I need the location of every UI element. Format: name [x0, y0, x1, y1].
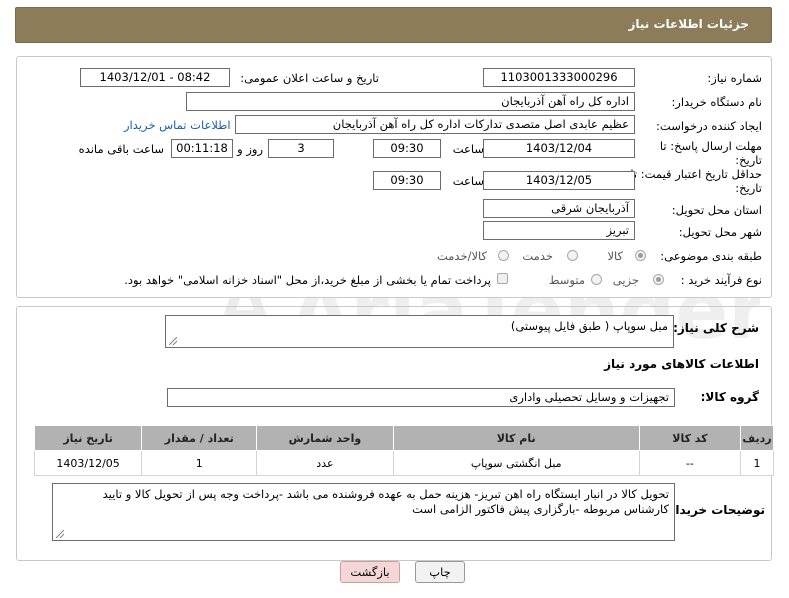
goods-info-title: اطلاعات کالاهای مورد نیاز [604, 357, 759, 371]
need-number-field: 1103001333000296 [483, 68, 635, 87]
city-label: شهر محل تحویل: [678, 225, 762, 239]
remaining-time-label: ساعت باقی مانده [78, 142, 164, 156]
requester-label: ایجاد کننده درخواست: [656, 119, 762, 133]
category-goods-service-radio[interactable] [498, 250, 509, 261]
description-label: شرح کلی نیاز: [673, 321, 759, 335]
process-medium-label: متوسط [548, 273, 585, 287]
col-quantity: تعداد / مقدار [141, 425, 258, 451]
province-field: آذربایجان شرقی [483, 199, 635, 218]
buyer-contact-link[interactable]: اطلاعات تماس خریدار [124, 118, 231, 132]
col-goods-name: نام کالا [392, 425, 640, 451]
goods-group-field: تجهیزات و وسایل تحصیلی واداری [167, 388, 675, 407]
category-goods-radio[interactable] [635, 250, 646, 261]
category-goods-label: کالا [607, 249, 623, 263]
price-validity-date-field: 1403/12/05 [483, 171, 635, 190]
process-type-label: نوع فرآیند خرید : [680, 273, 762, 287]
cell-quantity: 1 [141, 450, 258, 476]
announce-datetime-field: 1403/12/01 - 08:42 [80, 68, 230, 87]
cell-need-date: 1403/12/05 [33, 450, 143, 476]
process-medium-radio[interactable] [591, 274, 602, 285]
table-header-row: ردیف کد کالا نام کالا واحد شمارش تعداد /… [33, 425, 775, 451]
reply-deadline-label: مهلت ارسال پاسخ: تا [659, 139, 762, 153]
treasury-payment-note: پرداخت تمام یا بخشی از مبلغ خرید،از محل … [124, 273, 491, 287]
cell-row-number: 1 [739, 450, 775, 476]
buyer-notes-label: توضیحات خریدار: [663, 503, 765, 517]
col-row-number: ردیف [739, 425, 775, 451]
category-goods-service-label: کالا/خدمت [436, 249, 487, 263]
col-unit: واحد شمارش [256, 425, 394, 451]
cell-goods-code: -- [638, 450, 741, 476]
need-number-label: شماره نیاز: [707, 71, 762, 85]
description-textarea[interactable]: مبل سوپاپ ( طبق فایل پیوستی) [165, 315, 674, 348]
back-button[interactable]: بازگشت [340, 561, 400, 583]
buyer-notes-text: تحویل کالا در انبار ایستگاه راه اهن تبری… [102, 487, 669, 516]
requester-field: عظیم عابدی اصل متصدی تدارکات اداره کل را… [235, 115, 635, 134]
buyer-org-label: نام دستگاه خریدار: [671, 95, 762, 109]
col-goods-code: کد کالا [638, 425, 741, 451]
col-need-date: تاریخ نیاز [33, 425, 143, 451]
remaining-time-field: 00:11:18 [171, 139, 233, 158]
resize-grip-icon[interactable] [169, 337, 177, 345]
process-minor-label: جزیی [612, 273, 639, 287]
reply-time-label: ساعت [452, 142, 484, 156]
resize-grip-icon[interactable] [56, 530, 64, 538]
print-button[interactable]: چاپ [415, 561, 465, 583]
goods-group-label: گروه کالا: [700, 390, 759, 404]
province-label: استان محل تحویل: [671, 203, 762, 217]
buyer-notes-textarea[interactable]: تحویل کالا در انبار ایستگاه راه اهن تبری… [52, 483, 675, 541]
page-title: جزئیات اطلاعات نیاز [628, 17, 749, 31]
price-validity-label: حداقل تاریخ اعتبار قیمت: تا [630, 167, 762, 181]
price-validity-label-2: تاریخ: [735, 181, 762, 195]
cell-goods-name: مبل انگشتی سوپاپ [392, 450, 640, 476]
announce-datetime-label: تاریخ و ساعت اعلان عمومی: [240, 71, 379, 85]
remaining-days-field: 3 [268, 139, 334, 158]
category-service-radio[interactable] [567, 250, 578, 261]
description-text: مبل سوپاپ ( طبق فایل پیوستی) [510, 319, 668, 333]
reply-deadline-label-2: تاریخ: [735, 153, 762, 167]
price-validity-time-field: 09:30 [373, 171, 441, 190]
cell-unit: عدد [256, 450, 394, 476]
city-field: تبریز [483, 221, 635, 240]
process-minor-radio[interactable] [653, 274, 664, 285]
reply-date-field: 1403/12/04 [483, 139, 635, 158]
page-header: جزئیات اطلاعات نیاز [15, 7, 772, 43]
table-row: 1 -- مبل انگشتی سوپاپ عدد 1 1403/12/05 [33, 450, 775, 476]
category-service-label: خدمت [522, 249, 553, 263]
days-label: روز و [237, 142, 263, 156]
reply-time-field: 09:30 [373, 139, 441, 158]
buyer-org-field: اداره کل راه آهن آذربایجان [186, 92, 635, 111]
price-validity-time-label: ساعت [452, 174, 484, 188]
category-label: طبقه بندی موضوعی: [660, 249, 762, 263]
treasury-payment-checkbox[interactable] [497, 273, 508, 284]
goods-table: ردیف کد کالا نام کالا واحد شمارش تعداد /… [33, 425, 775, 476]
